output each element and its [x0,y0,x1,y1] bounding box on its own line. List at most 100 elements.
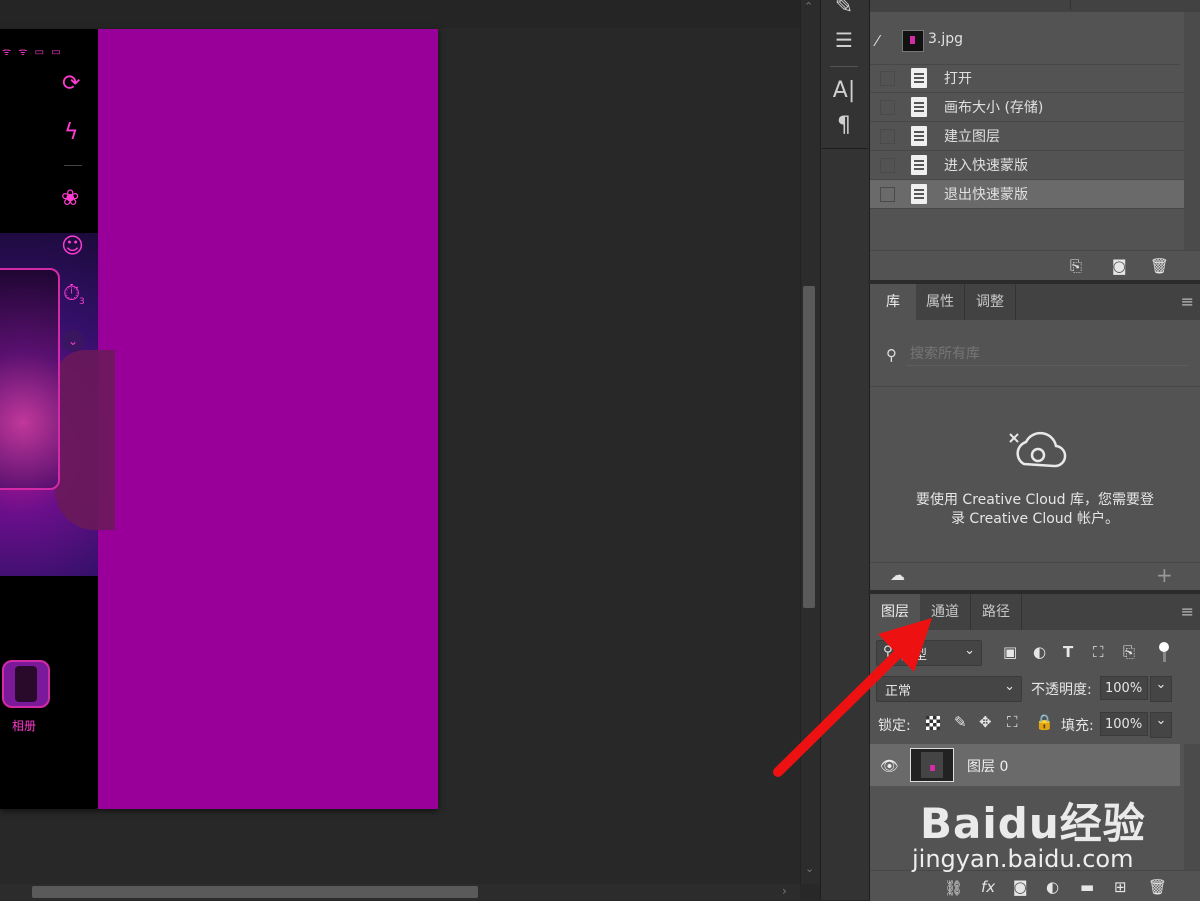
lock-all-icon[interactable]: 🔒 [1035,713,1054,731]
chevron-down-icon: ⌄ [964,643,975,658]
history-state[interactable]: 建立图层 [870,122,1200,151]
library-divider [870,386,1200,387]
history-tabbar [870,0,1200,12]
album-thumbnail [2,660,50,708]
snapshot-thumbnail [902,30,924,52]
message-line-1: 要使用 Creative Cloud 库，您需要登 [915,492,1155,508]
lock-image-pixels-icon[interactable]: ✎ [954,713,967,731]
fill-label: 填充: [1061,718,1094,734]
hand-image [55,350,115,530]
smart-object-filter-icon[interactable]: ⎘ [1123,643,1135,661]
trash-icon[interactable]: 🗑 [1150,257,1169,275]
cloud-offline-icon[interactable]: ☁ [890,566,905,584]
chevron-down-icon: ⌄ [1004,679,1015,694]
new-group-folder-icon[interactable]: ▬ [1080,878,1094,896]
baidu-url-watermark: jingyan.baidu.com [912,845,1134,873]
adjust-sliders-icon[interactable]: ☰ [820,28,868,52]
phone-divider [64,165,82,166]
snapshot-name[interactable]: 3.jpg [928,31,963,47]
type-layer-filter-icon[interactable]: T [1063,643,1073,661]
timer-icon: ⏱ [63,281,81,306]
expand-icon: ⌄ [62,330,84,352]
opacity-label: 不透明度: [1031,682,1092,698]
vertical-scroll-thumb[interactable] [803,286,815,608]
document-icon [911,184,927,204]
paragraph-panel-icon[interactable]: ¶ [820,113,868,138]
canvas-top-strip [0,0,800,28]
brush-icon[interactable]: ✎ [820,0,868,19]
tool-divider [830,66,858,67]
history-checkbox[interactable] [880,158,895,173]
panel-menu-icon[interactable]: ≡ [1181,602,1194,621]
pixel-layer-filter-icon[interactable]: ▣ [1003,643,1017,661]
history-state[interactable]: 进入快速蒙版 [870,151,1200,180]
opacity-input[interactable]: 100% [1100,676,1148,700]
panel-menu-icon[interactable]: ≡ [1181,292,1194,311]
history-state-label: 建立图层 [944,129,1000,145]
message-line-2: 录 Creative Cloud 帐户。 [950,511,1120,527]
library-footer-divider [870,562,1200,563]
history-state-label: 进入快速蒙版 [944,158,1028,174]
history-state[interactable]: 打开 [870,64,1200,93]
add-icon[interactable]: + [1156,563,1173,587]
history-brush-icon[interactable]: ⁄ [876,32,879,50]
history-checkbox[interactable] [880,187,895,202]
document-icon [911,97,927,117]
character-panel-icon[interactable]: A| [820,78,868,103]
history-state[interactable]: 画布大小 (存储) [870,93,1200,122]
new-document-from-state-icon[interactable]: ⎘ [1070,257,1082,275]
adjustment-layer-icon[interactable]: ◐ [1046,878,1059,896]
add-mask-icon[interactable]: ◙ [1013,878,1028,896]
history-state-selected[interactable]: 退出快速蒙版 [870,180,1200,209]
history-state-label: 打开 [944,71,972,87]
scroll-right-icon[interactable]: › [782,884,787,898]
scroll-down-icon[interactable]: ⌄ [805,862,814,875]
adjustment-layer-filter-icon[interactable]: ◐ [1033,643,1046,661]
flash-off-icon: ϟ [64,120,79,145]
document-icon [911,126,927,146]
history-checkbox[interactable] [880,129,895,144]
layers-scrollbar[interactable] [1184,744,1200,870]
filter-toggle-stem [1163,652,1166,662]
layer-name[interactable]: 图层 0 [967,756,1008,776]
document-icon [911,68,927,88]
tab-properties[interactable]: 属性 [916,284,965,320]
trash-icon[interactable]: 🗑 [1148,878,1167,896]
creative-cloud-icon [1008,428,1068,478]
fill-dropdown-icon[interactable]: ⌄ [1150,712,1172,738]
filters-icon: ❀ [61,186,80,211]
tab-paths[interactable]: 路径 [971,594,1022,630]
history-state-label: 画布大小 (存储) [944,100,1044,116]
lock-artboard-icon[interactable]: ⛶ [1007,713,1018,731]
library-login-message: 要使用 Creative Cloud 库，您需要登 录 Creative Clo… [870,491,1200,529]
beauty-icon: ☺ [61,234,84,259]
library-search-input[interactable] [906,343,1189,366]
link-layers-icon[interactable]: ⛓ [944,879,963,897]
album-label: 相册 [12,719,37,733]
horizontal-scroll-thumb[interactable] [32,886,478,898]
shape-layer-filter-icon[interactable]: ⛶ [1093,643,1104,661]
history-checkbox[interactable] [880,71,895,86]
lock-position-icon[interactable]: ✥ [979,713,992,731]
history-state-label: 退出快速蒙版 [944,187,1028,203]
history-scrollbar[interactable] [1184,12,1200,250]
fx-icon[interactable]: fx [981,878,995,896]
camera-snapshot-icon[interactable]: ◙ [1112,257,1127,275]
opacity-dropdown-icon[interactable]: ⌄ [1150,676,1172,702]
filter-toggle-icon[interactable] [1159,642,1169,652]
tab-adjustments[interactable]: 调整 [965,284,1016,320]
library-tabbar: 库 属性 调整 ≡ [870,284,1200,320]
switch-camera-icon: ⟳ [62,71,81,96]
tab-libraries[interactable]: 库 [870,284,916,320]
scroll-up-icon[interactable]: ⌃ [804,0,813,13]
baidu-brand-watermark: Baidu经验 [920,799,1146,848]
phone-status-icons: ᯤ ᯤ ▭ ▭ [2,47,63,58]
history-checkbox[interactable] [880,100,895,115]
search-icon: ⚲ [886,346,897,364]
new-layer-icon[interactable]: ⊞ [1114,878,1127,896]
fill-input[interactable]: 100% [1100,712,1148,736]
annotation-arrow [773,618,932,777]
phone-in-photo [0,268,60,490]
timer-badge: 3 [79,297,85,307]
document-icon [911,155,927,175]
